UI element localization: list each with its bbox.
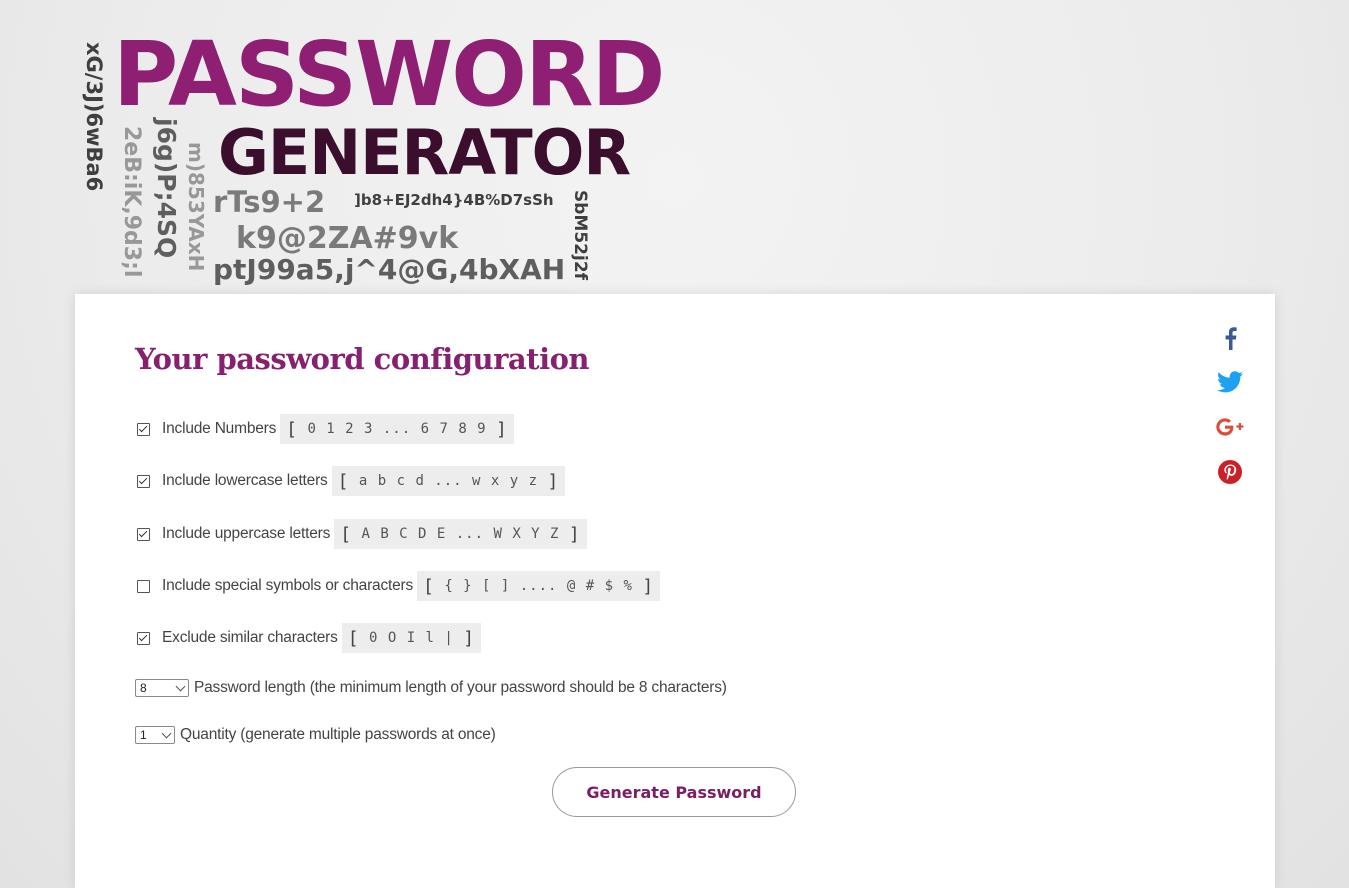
option-label: Include lowercase letters	[162, 472, 328, 489]
option-label: Include special symbols or characters	[162, 577, 414, 594]
lowercase-checkbox[interactable]	[137, 474, 150, 488]
numbers-checkbox[interactable]	[137, 422, 150, 436]
option-label: Include Numbers	[162, 420, 277, 437]
google-plus-icon[interactable]	[1216, 413, 1244, 441]
chevron-down-icon	[175, 681, 186, 692]
logo-sample-2: 2eB:iK,9d3;l	[119, 126, 144, 278]
char-sample: [ A B C D E ... W X Y Z ]	[334, 519, 587, 549]
logo-sample-7: k9@2ZA#9vk	[236, 221, 459, 256]
option-include-lowercase[interactable]: Include lowercase letters [ a b c d ... …	[137, 466, 566, 496]
quantity-select[interactable]: 1	[135, 726, 175, 744]
option-include-uppercase[interactable]: Include uppercase letters [ A B C D E ..…	[137, 519, 587, 549]
option-include-symbols[interactable]: Include special symbols or characters [ …	[137, 571, 661, 601]
option-label: Exclude similar characters	[162, 629, 338, 646]
char-sample: [ 0 O I l | ]	[341, 623, 482, 653]
uppercase-checkbox[interactable]	[137, 527, 150, 541]
twitter-icon[interactable]	[1216, 368, 1244, 396]
logo-sample-1: xG/3J)6wBa6	[82, 42, 106, 192]
quantity-row: 1 Quantity (generate multiple passwords …	[135, 726, 496, 744]
length-select[interactable]: 8	[135, 679, 189, 697]
option-include-numbers[interactable]: Include Numbers [ 0 1 2 3 ... 6 7 8 9 ]	[137, 414, 514, 444]
logo-sample-3: j6g)P;4SQ	[152, 118, 181, 259]
pinterest-icon[interactable]	[1216, 458, 1244, 486]
config-card: Your password configuration Include Numb…	[75, 294, 1275, 888]
logo-subtitle: GENERATOR	[218, 116, 631, 189]
logo-sample-6: ]b8+EJ2dh4}4B%D7sSh	[354, 191, 554, 209]
facebook-icon[interactable]	[1216, 324, 1244, 352]
char-sample: [ a b c d ... w x y z ]	[331, 466, 566, 496]
logo-sample-8: ptJ99a5,j^4@G,4bXAH	[213, 253, 566, 286]
option-exclude-similar[interactable]: Exclude similar characters [ 0 O I l | ]	[137, 623, 482, 653]
char-sample: [ { } [ ] .... @ # $ % ]	[417, 571, 661, 601]
char-sample: [ 0 1 2 3 ... 6 7 8 9 ]	[280, 414, 514, 444]
logo-sample-5: rTs9+2	[213, 185, 326, 219]
logo-title: PASSWORD	[113, 22, 665, 126]
logo-sample-4: m)853YAxH	[184, 142, 208, 272]
similar-checkbox[interactable]	[137, 631, 150, 645]
option-label: Include uppercase letters	[162, 525, 331, 542]
logo-sample-9: SbM52j2f	[570, 190, 590, 281]
chevron-down-icon	[161, 728, 172, 739]
length-label: Password length (the minimum length of y…	[194, 679, 727, 696]
logo: xG/3J)6wBa6 2eB:iK,9d3;l j6g)P;4SQ m)853…	[0, 0, 700, 300]
quantity-label: Quantity (generate multiple passwords at…	[180, 726, 496, 743]
symbols-checkbox[interactable]	[137, 579, 150, 593]
page-title: Your password configuration	[135, 342, 590, 376]
generate-password-button[interactable]: Generate Password	[552, 767, 796, 817]
length-row: 8 Password length (the minimum length of…	[135, 679, 727, 697]
